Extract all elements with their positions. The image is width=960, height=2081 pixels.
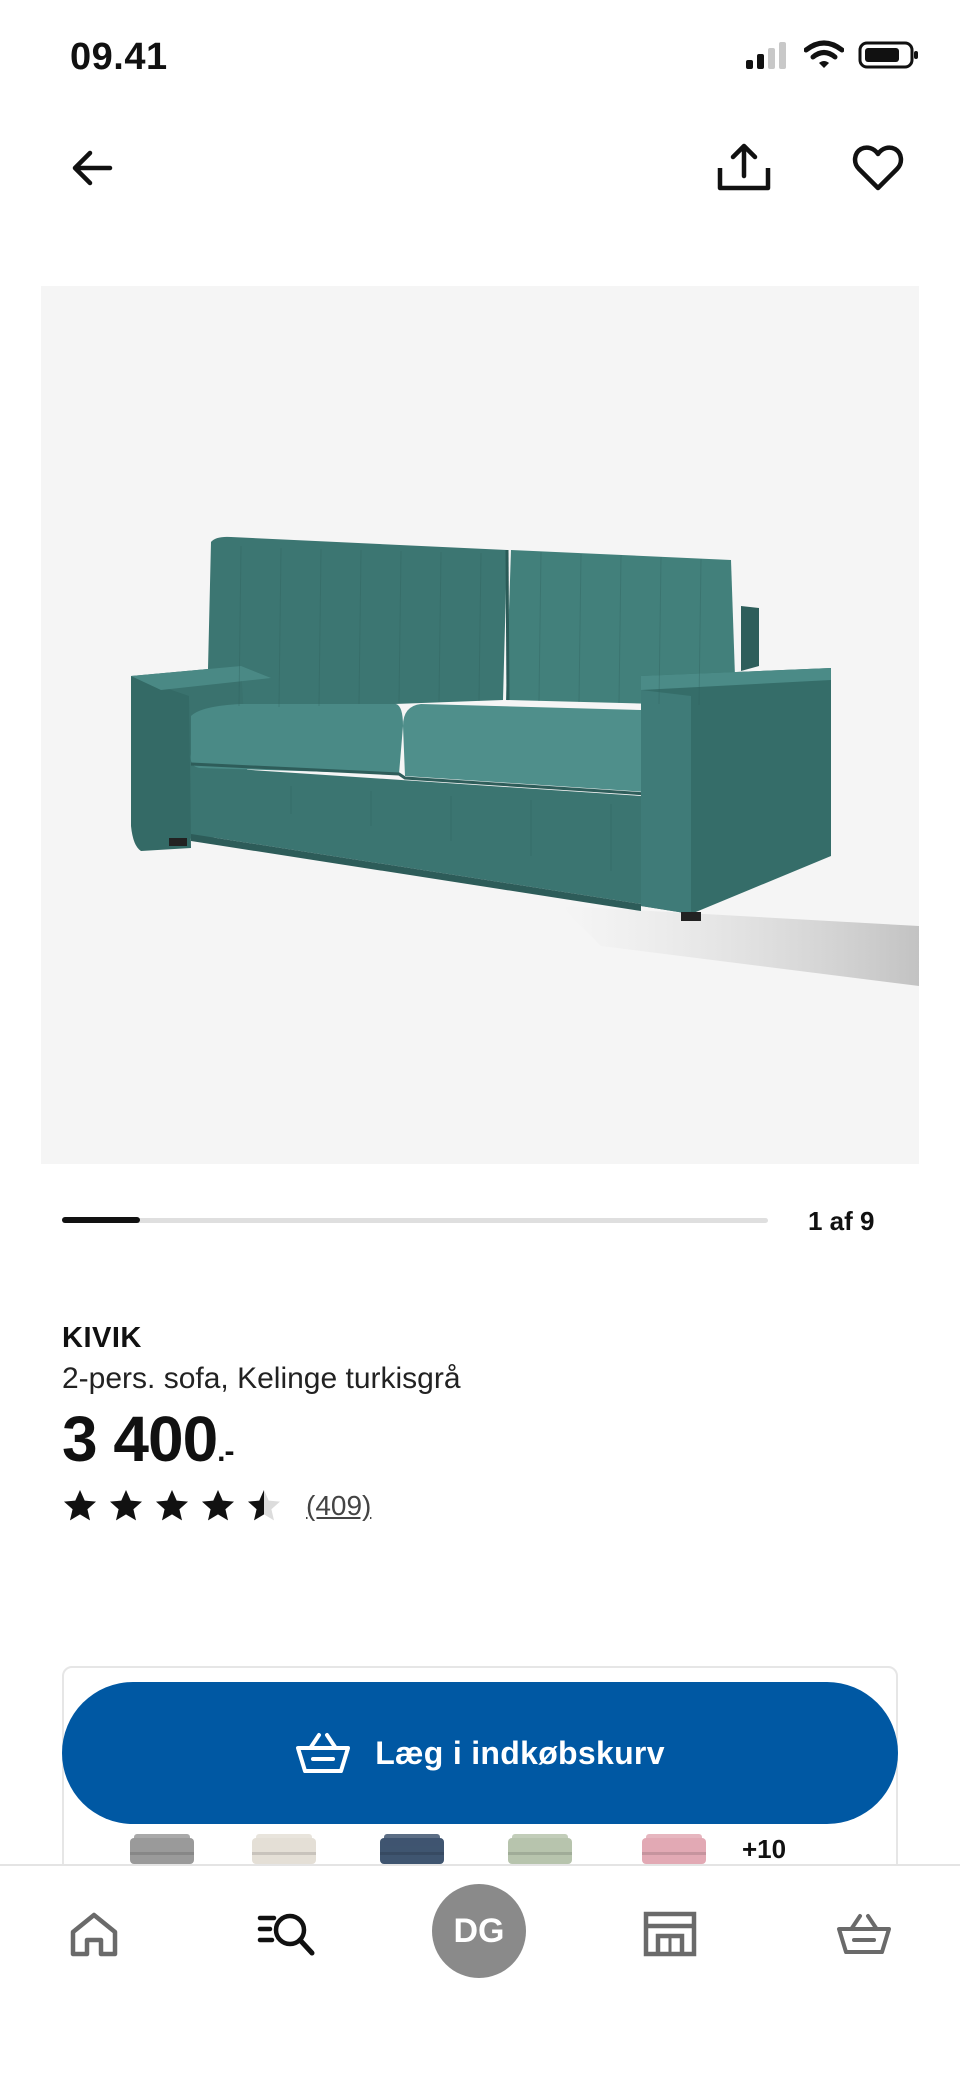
star-icon — [248, 1490, 280, 1521]
image-pager-track — [62, 1218, 768, 1223]
add-to-cart-button[interactable]: Læg i indkøbskurv — [62, 1682, 898, 1824]
price-value: 3 400 — [62, 1403, 218, 1475]
nav-cart[interactable] — [816, 1886, 912, 1982]
price-suffix: .- — [217, 1435, 234, 1468]
add-to-cart-label: Læg i indkøbskurv — [375, 1734, 665, 1771]
nav-store[interactable] — [622, 1886, 718, 1982]
star-icon — [64, 1490, 96, 1521]
product-image[interactable] — [41, 286, 919, 1164]
product-name: KIVIK — [62, 1322, 142, 1354]
product-description: 2-pers. sofa, Kelinge turkisgrå — [62, 1362, 461, 1395]
share-button[interactable] — [704, 128, 784, 208]
basket-icon — [296, 1733, 351, 1773]
more-variants[interactable]: +10 — [742, 1834, 786, 1865]
product-rating[interactable]: (409) — [62, 1488, 371, 1524]
nav-profile-avatar[interactable]: DG — [432, 1884, 526, 1978]
sofa-image — [131, 536, 919, 986]
nav-home[interactable] — [46, 1886, 142, 1982]
star-icon — [202, 1490, 234, 1521]
arrow-left-icon — [72, 150, 113, 186]
variant-swatch[interactable] — [502, 1832, 578, 1864]
variant-swatch[interactable] — [374, 1832, 450, 1864]
star-icon — [156, 1490, 188, 1521]
image-pager-text: 1 af 9 — [808, 1206, 875, 1236]
variant-swatch[interactable] — [246, 1832, 322, 1864]
share-icon — [717, 143, 771, 191]
review-count-link[interactable]: (409) — [306, 1490, 371, 1522]
store-icon — [643, 1911, 697, 1957]
favorite-button[interactable] — [838, 128, 918, 208]
variant-swatch[interactable] — [636, 1832, 712, 1864]
nav-search[interactable] — [240, 1886, 336, 1982]
image-pager-progress — [62, 1217, 140, 1223]
basket-icon — [837, 1914, 891, 1954]
status-icons — [744, 40, 920, 70]
heart-icon — [852, 145, 904, 191]
back-button[interactable] — [52, 128, 132, 208]
search-icon — [257, 1913, 315, 1956]
rating-stars — [62, 1488, 282, 1524]
wifi-icon — [804, 40, 844, 68]
home-icon — [70, 1912, 118, 1957]
variant-swatch[interactable] — [124, 1832, 200, 1864]
star-icon — [110, 1490, 142, 1521]
battery-icon — [858, 41, 918, 69]
status-time: 09.41 — [70, 36, 168, 78]
signal-icon — [746, 42, 786, 69]
product-price: 3 400.- — [62, 1402, 235, 1476]
